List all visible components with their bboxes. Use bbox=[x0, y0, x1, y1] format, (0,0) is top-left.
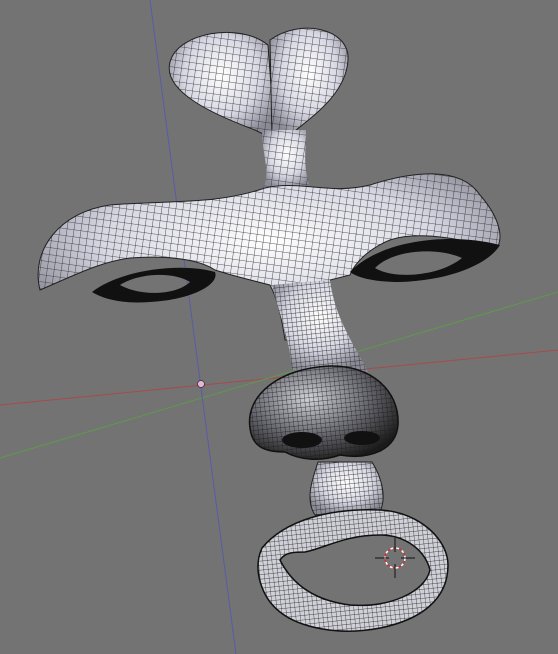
right-nostril bbox=[344, 431, 380, 445]
3d-cursor-icon[interactable] bbox=[375, 538, 415, 578]
3d-viewport[interactable] bbox=[0, 0, 558, 654]
left-eye-rim bbox=[92, 267, 216, 303]
left-nostril bbox=[282, 432, 322, 448]
object-origin[interactable] bbox=[197, 380, 205, 388]
